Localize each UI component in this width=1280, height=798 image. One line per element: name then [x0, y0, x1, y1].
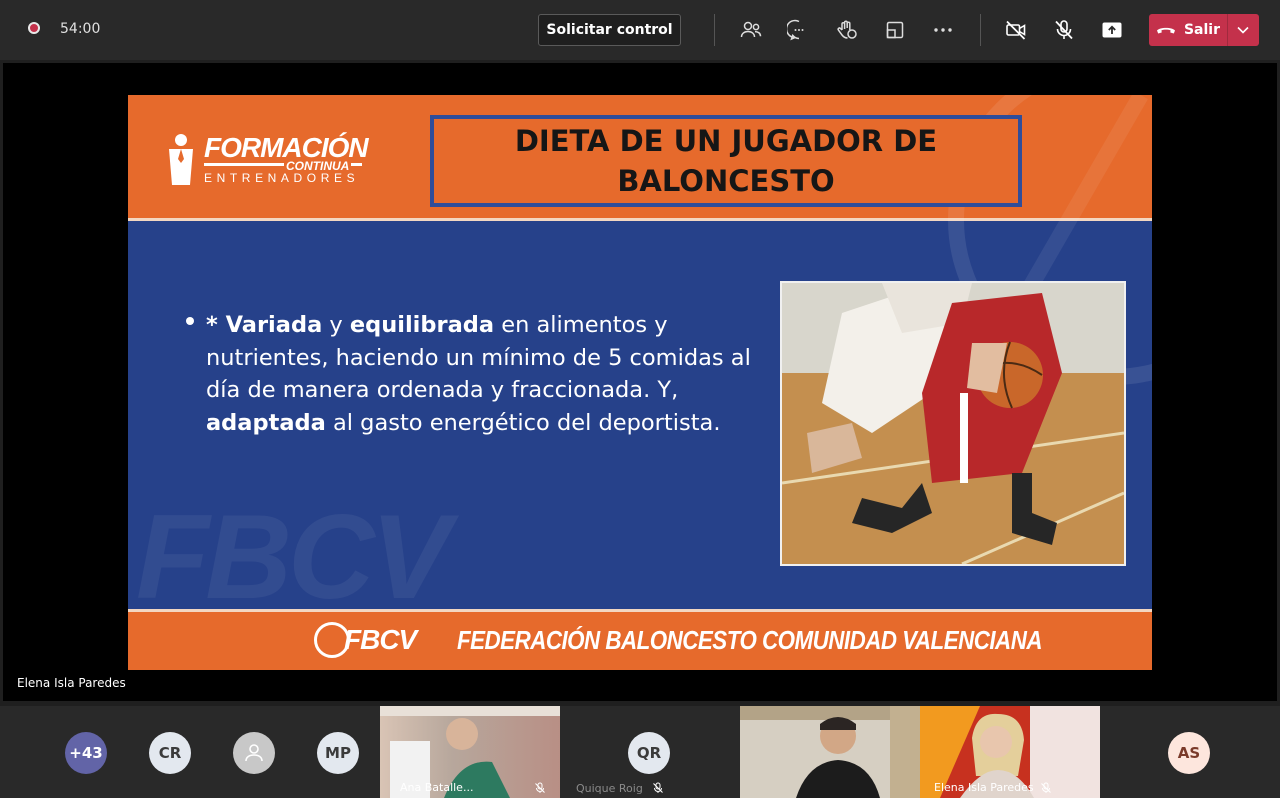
camera-off-icon[interactable]	[1004, 18, 1028, 42]
mic-off-icon	[653, 782, 663, 793]
leave-button-group: Salir	[1149, 14, 1259, 46]
share-screen-icon[interactable]	[1100, 18, 1124, 42]
participant-avatar[interactable]: MP	[317, 732, 359, 774]
participant-avatar[interactable]: CR	[149, 732, 191, 774]
participant-name: Elena Isla Paredes	[934, 781, 1034, 794]
mic-off-icon[interactable]	[1052, 18, 1076, 42]
recording-indicator-icon	[28, 22, 40, 34]
slide-title: DIETA DE UN JUGADOR DE BALONCESTO	[514, 124, 938, 198]
more-participants-button[interactable]: +43	[65, 732, 107, 774]
leave-button[interactable]: Salir	[1149, 14, 1227, 46]
presenter-name: Elena Isla Paredes	[17, 676, 126, 690]
shared-content-stage: FBCV FORMACIÓN CONTINUA ENTRENADORES DIE…	[3, 63, 1277, 701]
phone-hangup-icon	[1156, 27, 1175, 34]
meeting-timer: 54:00	[60, 21, 101, 37]
bullet-text-part: y	[322, 312, 350, 338]
participant-name: Quique Roig	[576, 782, 643, 795]
formacion-continua-logo: FORMACIÓN CONTINUA ENTRENADORES	[164, 133, 369, 189]
slide-footer: FBCV FEDERACIÓN BALONCESTO COMUNIDAD VAL…	[128, 609, 1152, 670]
toolbar-divider	[714, 14, 715, 46]
toolbar-divider	[980, 14, 981, 46]
more-icon[interactable]	[931, 18, 955, 42]
leave-label: Salir	[1183, 22, 1221, 38]
people-icon[interactable]	[739, 18, 763, 42]
participant-video	[740, 706, 920, 798]
mic-off-icon	[535, 782, 545, 793]
bullet-text-part: al gasto energético del deportista.	[325, 409, 721, 436]
slide-header: FORMACIÓN CONTINUA ENTRENADORES DIETA DE…	[128, 95, 1152, 385]
basketball-player-illustration	[782, 283, 1124, 564]
participant-avatar[interactable]: QR	[628, 732, 670, 774]
chevron-down-icon[interactable]	[1235, 23, 1251, 37]
chat-icon[interactable]	[787, 18, 811, 42]
slide-bullet-text: * Variada y equilibrada en alimentos y n…	[206, 309, 766, 439]
raise-hand-icon[interactable]	[835, 18, 859, 42]
bullet-point-icon	[186, 317, 194, 325]
participant-video-tile[interactable]	[740, 706, 920, 798]
bullet-bold-variada: * Variada	[206, 312, 323, 338]
participant-avatar[interactable]: AS	[1168, 732, 1210, 774]
meeting-toolbar: 54:00 Solicitar control Salir	[0, 0, 1280, 60]
slide-watermark: FBCV	[136, 490, 451, 624]
coach-figure-icon	[169, 134, 193, 185]
bullet-bold-equilibrada: equilibrada	[349, 312, 495, 338]
mic-off-icon	[1041, 782, 1051, 793]
presentation-slide: FBCV FORMACIÓN CONTINUA ENTRENADORES DIE…	[128, 95, 1152, 670]
leave-divider	[1227, 14, 1228, 46]
participant-video-tile[interactable]: Ana Batalle...	[380, 706, 560, 798]
logo-tagline: ENTRENADORES	[204, 171, 360, 185]
request-control-button[interactable]: Solicitar control	[538, 14, 681, 46]
basketball-player-photo	[780, 281, 1126, 566]
bullet-bold-adaptada: adaptada	[206, 409, 326, 436]
participants-strip: +43 CR MP Ana Batalle... QR Quique Roig	[0, 706, 1280, 798]
participant-name: Ana Batalle...	[400, 781, 474, 794]
rooms-icon[interactable]	[883, 18, 907, 42]
participant-video-tile[interactable]: Elena Isla Paredes	[920, 706, 1100, 798]
person-icon	[245, 744, 263, 762]
footer-logo: FBCV	[344, 624, 417, 655]
slide-title-box: DIETA DE UN JUGADOR DE BALONCESTO	[430, 115, 1022, 207]
footer-federation-name: FEDERACIÓN BALONCESTO COMUNIDAD VALENCIA…	[457, 625, 1042, 655]
participant-avatar[interactable]	[233, 732, 275, 774]
